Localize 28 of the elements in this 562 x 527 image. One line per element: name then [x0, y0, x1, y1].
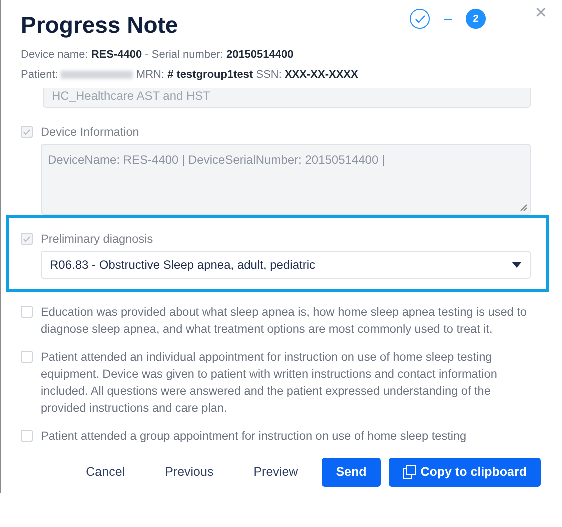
meta-label: - Serial number:: [144, 49, 224, 61]
checkbox[interactable]: [21, 351, 33, 363]
action-button[interactable]: Cancel: [70, 458, 142, 486]
checkbox-label: Education was provided about what sleep apnea is, how home sleep apnea testing is used to diagnose sleep apnea, and what treatment options are most commonly used to treat it.: [41, 304, 528, 338]
action-button[interactable]: Previous: [149, 458, 230, 486]
checkbox[interactable]: [21, 306, 33, 318]
meta-label: Device name:: [21, 49, 90, 61]
checkbox-label: Patient attended an individual appointment for instruction on use of home sleep testing equipment. Device was given to patient with written instructions and contact information included. All questions were answered and the patient expressed understanding of the provided instructions and care plan.: [41, 349, 498, 417]
meta-label: MRN:: [135, 69, 166, 81]
copy-icon: [402, 465, 416, 479]
resize-grip-icon[interactable]: [520, 204, 528, 212]
meta-value: RES-4400: [91, 49, 142, 61]
meta-label: Patient:: [21, 69, 60, 81]
checkbox-label: Preliminary diagnosis: [41, 231, 154, 248]
meta-label: SSN:: [255, 69, 283, 81]
action-button[interactable]: Preview: [238, 458, 314, 486]
dialog-title: Progress Note: [21, 12, 178, 39]
action-button[interactable]: Copy to clipboard: [388, 458, 541, 486]
meta-value: XXX-XX-XXXX: [284, 69, 358, 81]
checkbox-label: Patient attended a group appointment for instruction on use of home sleep testing: [41, 428, 468, 445]
meta-value: # testgroup1test: [168, 69, 254, 81]
checkbox-label: Device Information: [41, 124, 140, 141]
action-button[interactable]: Send: [322, 458, 381, 486]
close-button[interactable]: ×: [535, 2, 547, 25]
caret-icon: [512, 262, 522, 268]
meta-value: 20150514400: [226, 49, 294, 61]
checkbox[interactable]: [21, 430, 33, 442]
step-indicator: 2: [466, 9, 486, 29]
